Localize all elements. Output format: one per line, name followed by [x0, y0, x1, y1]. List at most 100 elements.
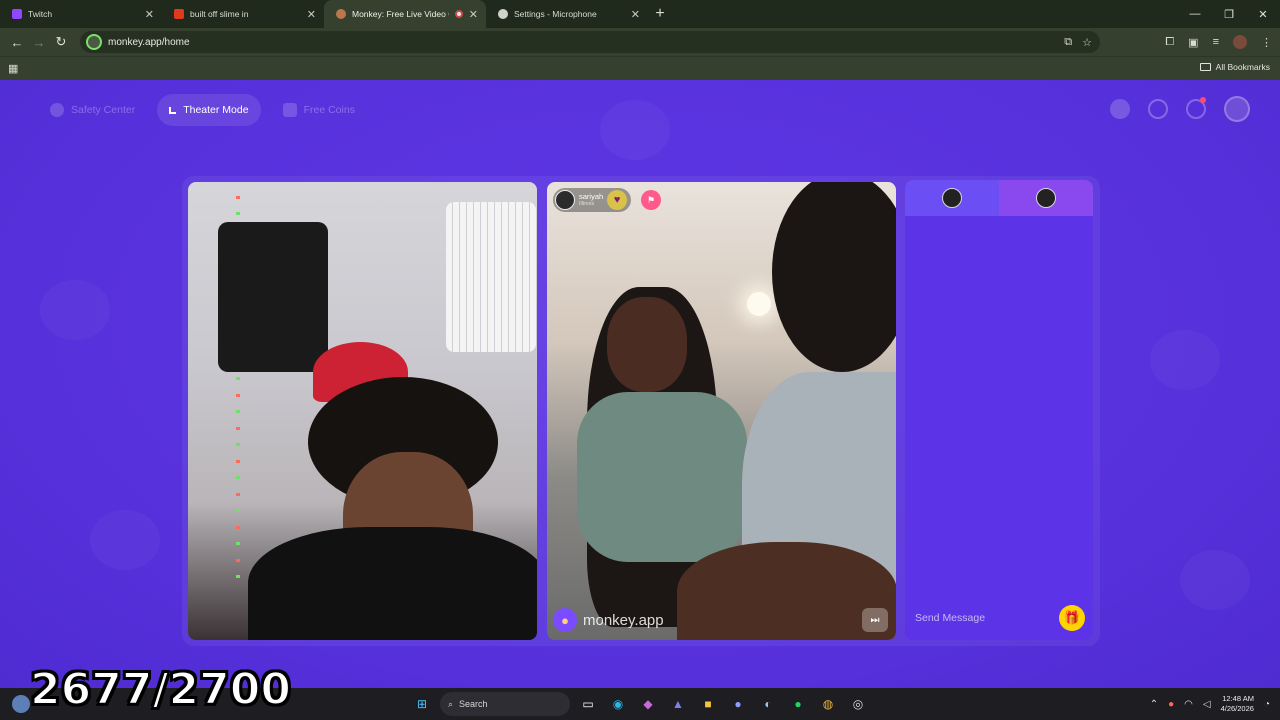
- history-icon[interactable]: [1148, 99, 1168, 119]
- search-icon: ⌕: [448, 698, 454, 709]
- browser-toolbar: ⧠ ▣ ≡ ⋮: [1165, 31, 1272, 53]
- search-label: Search: [459, 699, 488, 709]
- close-icon[interactable]: ✕: [145, 8, 154, 21]
- restore-icon[interactable]: ❐: [1212, 0, 1246, 28]
- extensions-icon[interactable]: ⧠: [1165, 36, 1174, 49]
- url-text: monkey.app/home: [108, 36, 190, 48]
- close-icon[interactable]: ✕: [631, 8, 640, 21]
- taskbar-search[interactable]: ⌕ Search: [440, 692, 570, 716]
- jersey-shirt: [446, 202, 536, 352]
- reload-icon[interactable]: ↻: [50, 31, 72, 53]
- discord-icon[interactable]: ●: [726, 692, 750, 716]
- free-coins-label: Free Coins: [303, 104, 355, 116]
- chat-tab-self[interactable]: [905, 180, 999, 216]
- report-icon[interactable]: ⚑: [641, 190, 661, 210]
- apps-grid-icon[interactable]: ▦: [8, 62, 18, 75]
- obs-icon[interactable]: ◎: [846, 692, 870, 716]
- theater-mode-label: Theater Mode: [183, 104, 249, 116]
- microphone-icon[interactable]: ●: [1168, 699, 1174, 710]
- remote-person-face: [607, 297, 687, 392]
- monkey-logo-icon: ●: [553, 608, 577, 632]
- edge-icon[interactable]: ◉: [606, 692, 630, 716]
- tab-label: Settings - Microphone: [514, 9, 597, 19]
- send-message-input[interactable]: [915, 612, 1055, 624]
- forward-icon[interactable]: →: [28, 31, 50, 53]
- new-tab-button[interactable]: +: [648, 0, 672, 28]
- windows-start-icon[interactable]: ⊞: [410, 692, 434, 716]
- url-field[interactable]: monkey.app/home ⧉ ☆: [80, 31, 1100, 53]
- ceiling-light: [747, 292, 771, 316]
- back-icon[interactable]: ←: [6, 31, 28, 53]
- minimize-icon[interactable]: —: [1178, 0, 1212, 28]
- person-hoodie: [248, 527, 537, 640]
- menu-icon[interactable]: ⋮: [1261, 36, 1272, 49]
- top-right-actions: [1110, 96, 1250, 122]
- steam-icon[interactable]: ◐: [756, 692, 780, 716]
- theater-mode-button[interactable]: Theater Mode: [157, 94, 261, 126]
- chrome-icon[interactable]: ◍: [816, 692, 840, 716]
- folder-icon: [1199, 63, 1211, 71]
- user-avatar[interactable]: [1224, 96, 1250, 122]
- chat-bubble-icon[interactable]: [1186, 97, 1206, 119]
- close-icon[interactable]: ✕: [307, 8, 316, 21]
- system-tray: ⌃ ● ◠ ◁ 12:48 AM 4/26/2026 ◔: [1150, 691, 1270, 717]
- cast-icon[interactable]: ⧉: [1064, 36, 1072, 49]
- watermark-text: monkey.app: [583, 611, 664, 629]
- safety-center-label: Safety Center: [71, 104, 136, 116]
- chat-input-row: 🎁: [905, 596, 1093, 640]
- tab-twitch[interactable]: Twitch ✕: [0, 0, 162, 28]
- media-icon[interactable]: ≡: [1213, 36, 1219, 48]
- match-avatar: [555, 190, 575, 210]
- heart-icon[interactable]: ♥: [607, 190, 628, 210]
- taskbar-apps: ⊞ ⌕ Search ▭ ◉ ◆ ▲ ■ ● ◐ ● ◍ ◎: [410, 692, 870, 716]
- safety-center-button[interactable]: Safety Center: [38, 94, 147, 126]
- task-view-icon[interactable]: ▭: [576, 692, 600, 716]
- clock-date: 4/26/2026: [1220, 704, 1254, 713]
- clock[interactable]: 12:48 AM 4/26/2026: [1221, 694, 1254, 714]
- background-pattern: [1180, 550, 1250, 610]
- video-stage: sariyah Illinois ♥ ⚑ ● monkey.app ⏭ 🎁: [182, 176, 1100, 646]
- close-icon[interactable]: ✕: [469, 8, 478, 21]
- site-info-icon[interactable]: [86, 34, 102, 50]
- teams-icon[interactable]: ▲: [666, 692, 690, 716]
- star-icon[interactable]: ☆: [1082, 36, 1092, 49]
- expand-icon: [169, 106, 177, 114]
- free-coins-button[interactable]: Free Coins: [271, 94, 367, 126]
- chat-panel: 🎁: [905, 180, 1093, 640]
- weather-icon[interactable]: [12, 695, 30, 713]
- bookmarks-bar: ▦ All Bookmarks: [0, 56, 1280, 80]
- tab-youtube[interactable]: built off slime in ✕: [162, 0, 324, 28]
- wifi-icon[interactable]: ◠: [1184, 699, 1193, 710]
- close-window-icon[interactable]: ✕: [1246, 0, 1280, 28]
- friend-hair: [772, 182, 896, 372]
- skip-button[interactable]: ⏭: [862, 608, 888, 632]
- tab-settings[interactable]: Settings - Microphone ✕: [486, 0, 648, 28]
- gift-icon[interactable]: 🎁: [1059, 605, 1085, 631]
- copilot-icon[interactable]: ◆: [636, 692, 660, 716]
- volume-icon[interactable]: ◁: [1203, 699, 1211, 710]
- notification-bell-icon[interactable]: ◔: [1264, 699, 1270, 710]
- notification-dot: [1200, 97, 1206, 103]
- youtube-icon: [174, 9, 184, 19]
- match-user-chip[interactable]: sariyah Illinois ♥: [553, 188, 632, 212]
- clock-time: 12:48 AM: [1222, 693, 1254, 703]
- avatar: [942, 188, 962, 208]
- spotify-icon[interactable]: ●: [786, 692, 810, 716]
- background-pattern: [40, 280, 110, 340]
- coin-balance-icon[interactable]: [1110, 99, 1130, 119]
- remote-person-top: [577, 392, 747, 562]
- all-bookmarks-button[interactable]: All Bookmarks: [1199, 62, 1270, 72]
- recording-icon: [454, 10, 463, 18]
- sidepanel-icon[interactable]: ▣: [1188, 36, 1198, 49]
- chat-tab-match[interactable]: [999, 180, 1093, 216]
- browser-tab-bar: Twitch ✕ built off slime in ✕ Monkey: Fr…: [0, 0, 1280, 28]
- match-username: sariyah: [579, 192, 604, 201]
- top-nav: Safety Center Theater Mode Free Coins: [38, 94, 367, 126]
- address-bar-row: ← → ↻ monkey.app/home ⧉ ☆ ⧠ ▣ ≡ ⋮: [0, 28, 1280, 56]
- remote-video: sariyah Illinois ♥ ⚑ ● monkey.app ⏭: [547, 182, 896, 640]
- chevron-up-icon[interactable]: ⌃: [1150, 699, 1158, 710]
- profile-avatar[interactable]: [1233, 35, 1247, 49]
- tab-monkey[interactable]: Monkey: Free Live Video Ch ✕: [324, 0, 486, 28]
- file-explorer-icon[interactable]: ■: [696, 692, 720, 716]
- poster-shirt: [218, 222, 328, 372]
